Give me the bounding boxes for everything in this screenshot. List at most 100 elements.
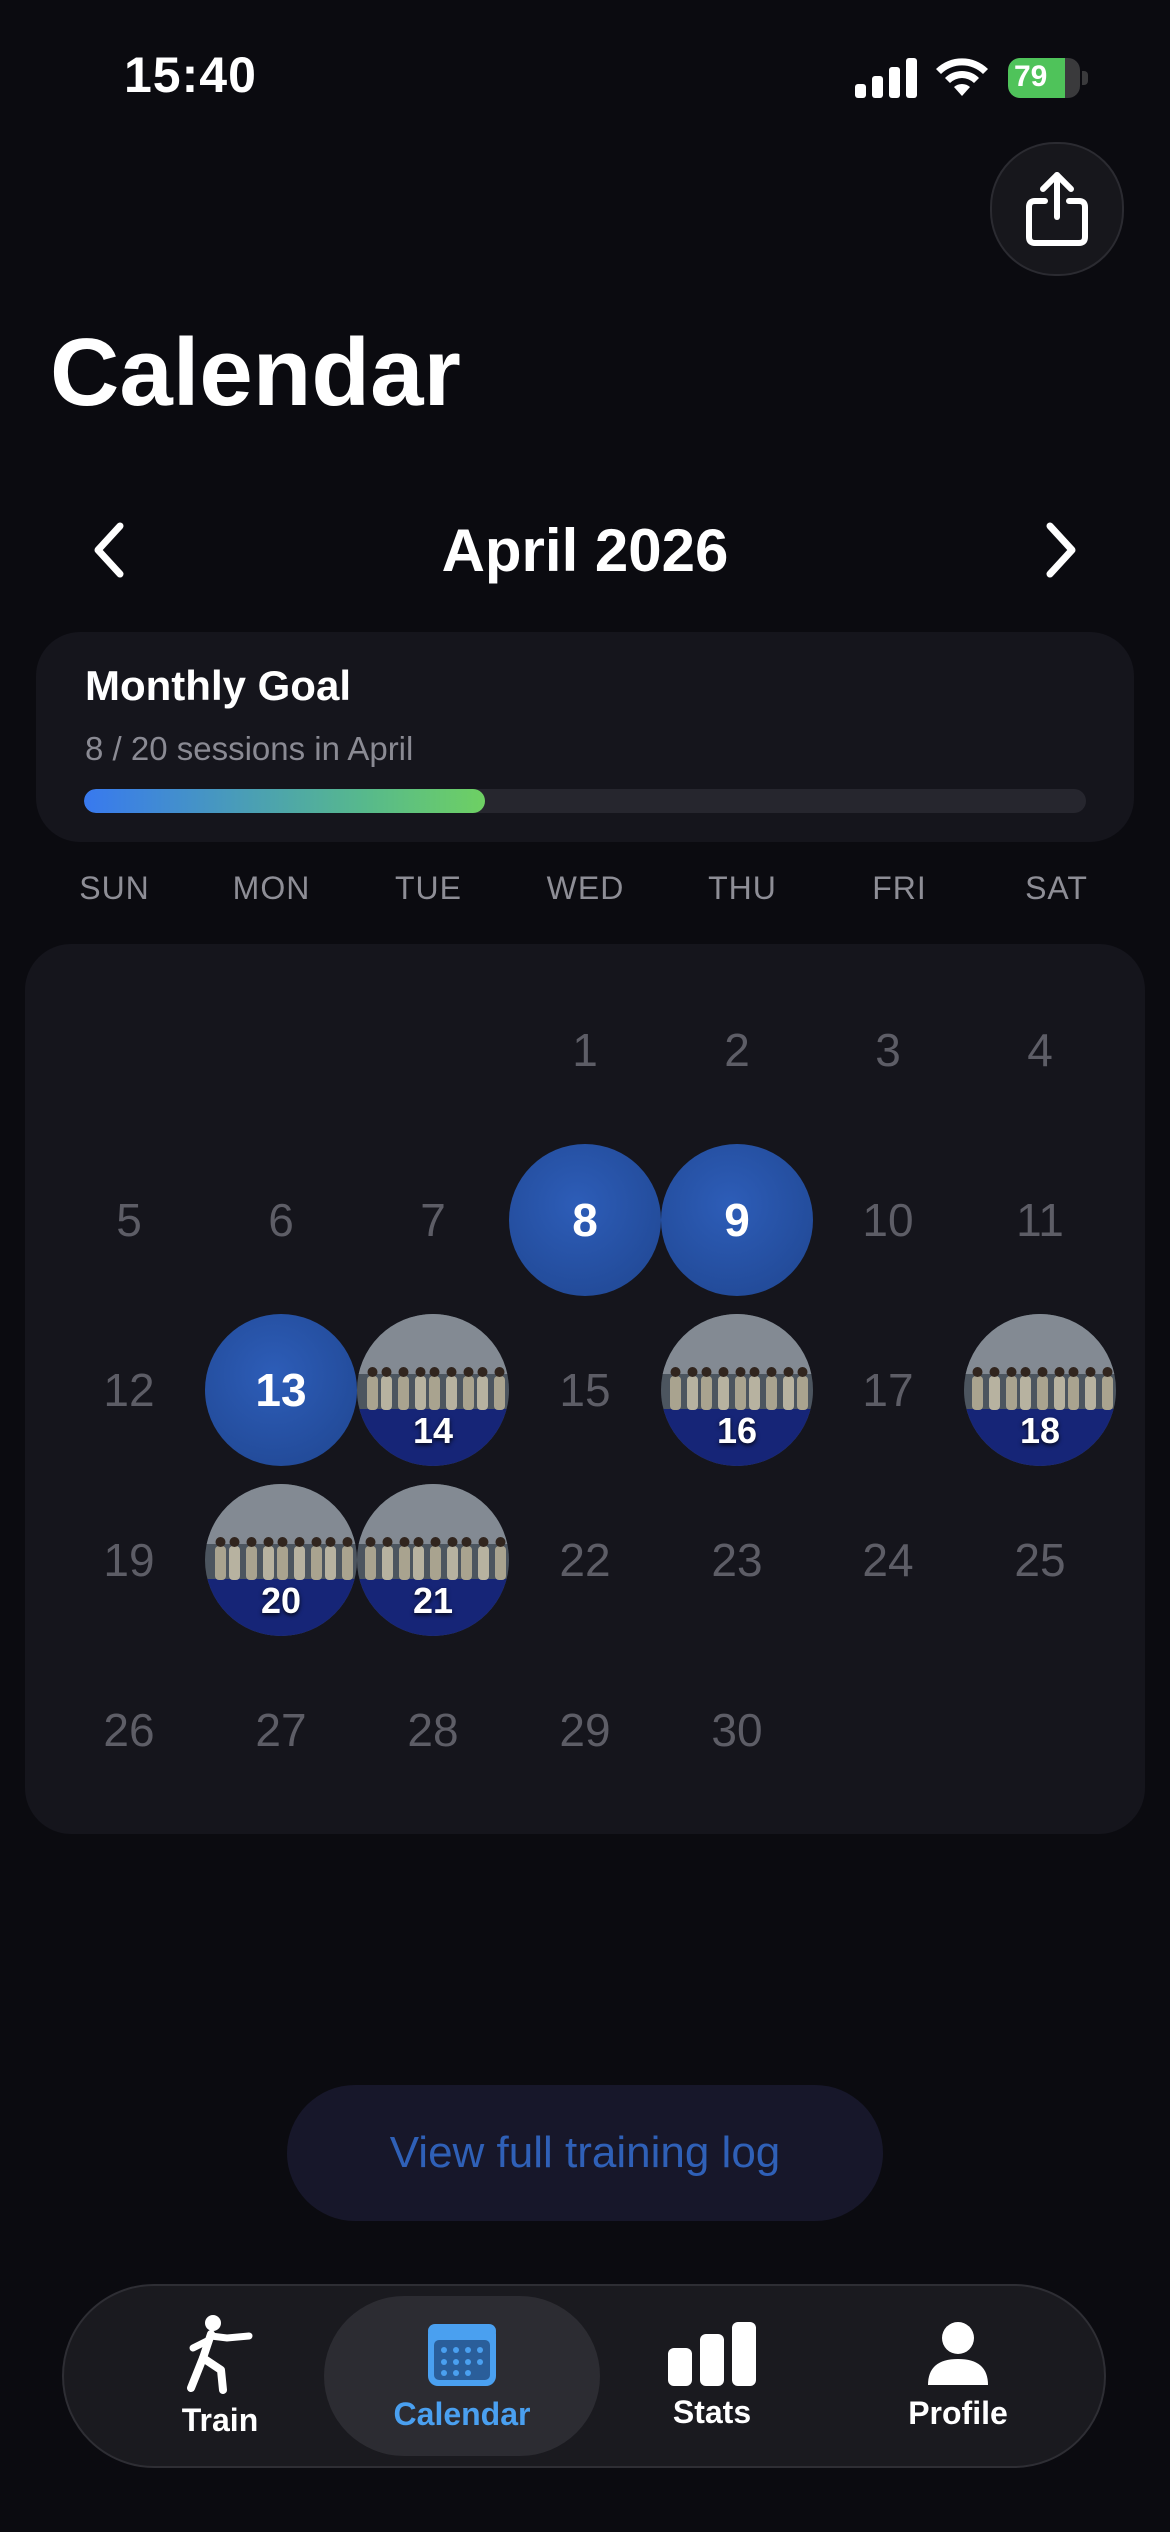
weekday-label: WED — [546, 870, 625, 906]
day-number: 10 — [862, 1194, 914, 1246]
calendar-day[interactable]: 17 — [812, 1314, 964, 1466]
day-number: 1 — [572, 1024, 598, 1076]
running-figure-icon — [187, 2314, 253, 2394]
calendar-day[interactable]: 30 — [661, 1654, 813, 1806]
goal-title: Monthly Goal — [85, 662, 351, 709]
status-time: 15:40 — [124, 47, 257, 103]
calendar-day[interactable]: 8 — [509, 1144, 661, 1296]
weekday-label: SAT — [1025, 870, 1088, 906]
day-number: 7 — [420, 1194, 446, 1246]
wifi-icon — [936, 58, 988, 96]
tab-profile[interactable]: Profile — [858, 2286, 1058, 2466]
monthly-goal-card: Monthly Goal 8 / 20 sessions in April — [36, 632, 1134, 842]
view-training-log-button[interactable]: View full training log — [287, 2085, 883, 2221]
weekday-label: FRI — [872, 870, 927, 906]
share-button[interactable] — [990, 142, 1124, 276]
calendar-day[interactable]: 21 — [357, 1484, 509, 1636]
tab-bar: Train Calendar Stats Profile — [62, 2284, 1106, 2468]
day-number: 9 — [724, 1194, 750, 1246]
month-label: April 2026 — [441, 517, 729, 584]
calendar-day[interactable]: 13 — [205, 1314, 357, 1466]
tab-label: Profile — [908, 2394, 1008, 2431]
calendar-day[interactable]: 28 — [357, 1654, 509, 1806]
calendar-day[interactable]: 25 — [964, 1484, 1116, 1636]
calendar-day[interactable]: 18 — [964, 1314, 1116, 1466]
cellular-signal-icon — [855, 58, 917, 98]
calendar-day[interactable]: 12 — [53, 1314, 205, 1466]
weekday-label: THU — [708, 870, 777, 906]
day-number: 28 — [407, 1704, 459, 1756]
day-number: 12 — [103, 1364, 155, 1416]
day-number: 18 — [1019, 1410, 1061, 1451]
day-number: 2 — [724, 1024, 750, 1076]
battery-percent: 79 — [1014, 60, 1048, 93]
calendar-day[interactable]: 9 — [661, 1144, 813, 1296]
tab-calendar[interactable]: Calendar — [362, 2286, 562, 2466]
battery-indicator: 79 — [1008, 58, 1088, 98]
calendar-day[interactable]: 22 — [509, 1484, 661, 1636]
day-number: 8 — [572, 1194, 598, 1246]
day-number: 22 — [559, 1534, 611, 1586]
calendar-day[interactable]: 15 — [509, 1314, 661, 1466]
calendar-day[interactable]: 27 — [205, 1654, 357, 1806]
calendar-day[interactable]: 6 — [205, 1144, 357, 1296]
day-number: 25 — [1014, 1534, 1066, 1586]
calendar-day[interactable]: 5 — [53, 1144, 205, 1296]
day-number: 20 — [260, 1580, 302, 1621]
day-number: 23 — [711, 1534, 763, 1586]
calendar-day[interactable]: 10 — [812, 1144, 964, 1296]
chevron-right-icon[interactable] — [1030, 518, 1090, 582]
day-number: 17 — [862, 1364, 914, 1416]
weekday-header: SUN MON TUE WED THU FRI SAT — [0, 870, 1170, 920]
day-number: 30 — [711, 1704, 763, 1756]
day-number: 29 — [559, 1704, 611, 1756]
calendar-day[interactable]: 19 — [53, 1484, 205, 1636]
weekday-label: SUN — [79, 870, 150, 906]
tab-train[interactable]: Train — [120, 2286, 320, 2466]
share-icon — [1026, 172, 1088, 246]
calendar-day[interactable]: 3 — [812, 974, 964, 1126]
day-number: 15 — [559, 1364, 611, 1416]
day-number: 26 — [103, 1704, 155, 1756]
goal-progress-fill — [84, 789, 485, 813]
day-number: 27 — [255, 1704, 307, 1756]
calendar-grid: 1 2 3 4 5 6 7 8 9 10 11 12 13 14 15 16 17 18 19 20 21 22 23 24 2… — [25, 944, 1145, 1834]
month-navigator: April 2026 — [0, 500, 1170, 600]
day-number: 3 — [875, 1024, 901, 1076]
weekday-label: MON — [232, 870, 311, 906]
day-number: 21 — [412, 1580, 454, 1621]
status-bar: 15:40 79 — [0, 0, 1170, 150]
day-number: 13 — [255, 1364, 307, 1416]
tab-label: Stats — [672, 2393, 752, 2430]
page-title: Calendar — [50, 319, 461, 426]
day-number: 16 — [716, 1410, 758, 1451]
day-number: 5 — [116, 1194, 142, 1246]
calendar-day[interactable]: 11 — [964, 1144, 1116, 1296]
calendar-day[interactable]: 1 — [509, 974, 661, 1126]
calendar-day[interactable]: 4 — [964, 974, 1116, 1126]
goal-progress-bar — [84, 789, 1086, 813]
calendar-day[interactable]: 20 — [205, 1484, 357, 1636]
day-number: 11 — [1016, 1194, 1064, 1246]
tab-label: Train — [181, 2401, 259, 2438]
weekday-label: TUE — [395, 870, 462, 906]
calendar-day[interactable]: 23 — [661, 1484, 813, 1636]
calendar-day[interactable]: 16 — [661, 1314, 813, 1466]
calendar-day[interactable]: 26 — [53, 1654, 205, 1806]
bar-chart-icon — [668, 2321, 756, 2386]
person-icon — [928, 2321, 988, 2385]
calendar-icon — [428, 2323, 496, 2386]
goal-subtitle: 8 / 20 sessions in April — [85, 730, 414, 767]
day-number: 19 — [103, 1534, 155, 1586]
day-number: 24 — [862, 1534, 914, 1586]
calendar-day[interactable]: 14 — [357, 1314, 509, 1466]
day-number: 14 — [412, 1410, 454, 1451]
tab-stats[interactable]: Stats — [612, 2286, 812, 2466]
calendar-day[interactable]: 24 — [812, 1484, 964, 1636]
day-number: 4 — [1027, 1024, 1053, 1076]
calendar-day[interactable]: 29 — [509, 1654, 661, 1806]
day-number: 6 — [268, 1194, 294, 1246]
calendar-day[interactable]: 7 — [357, 1144, 509, 1296]
calendar-day[interactable]: 2 — [661, 974, 813, 1126]
tab-label: Calendar — [393, 2395, 531, 2432]
